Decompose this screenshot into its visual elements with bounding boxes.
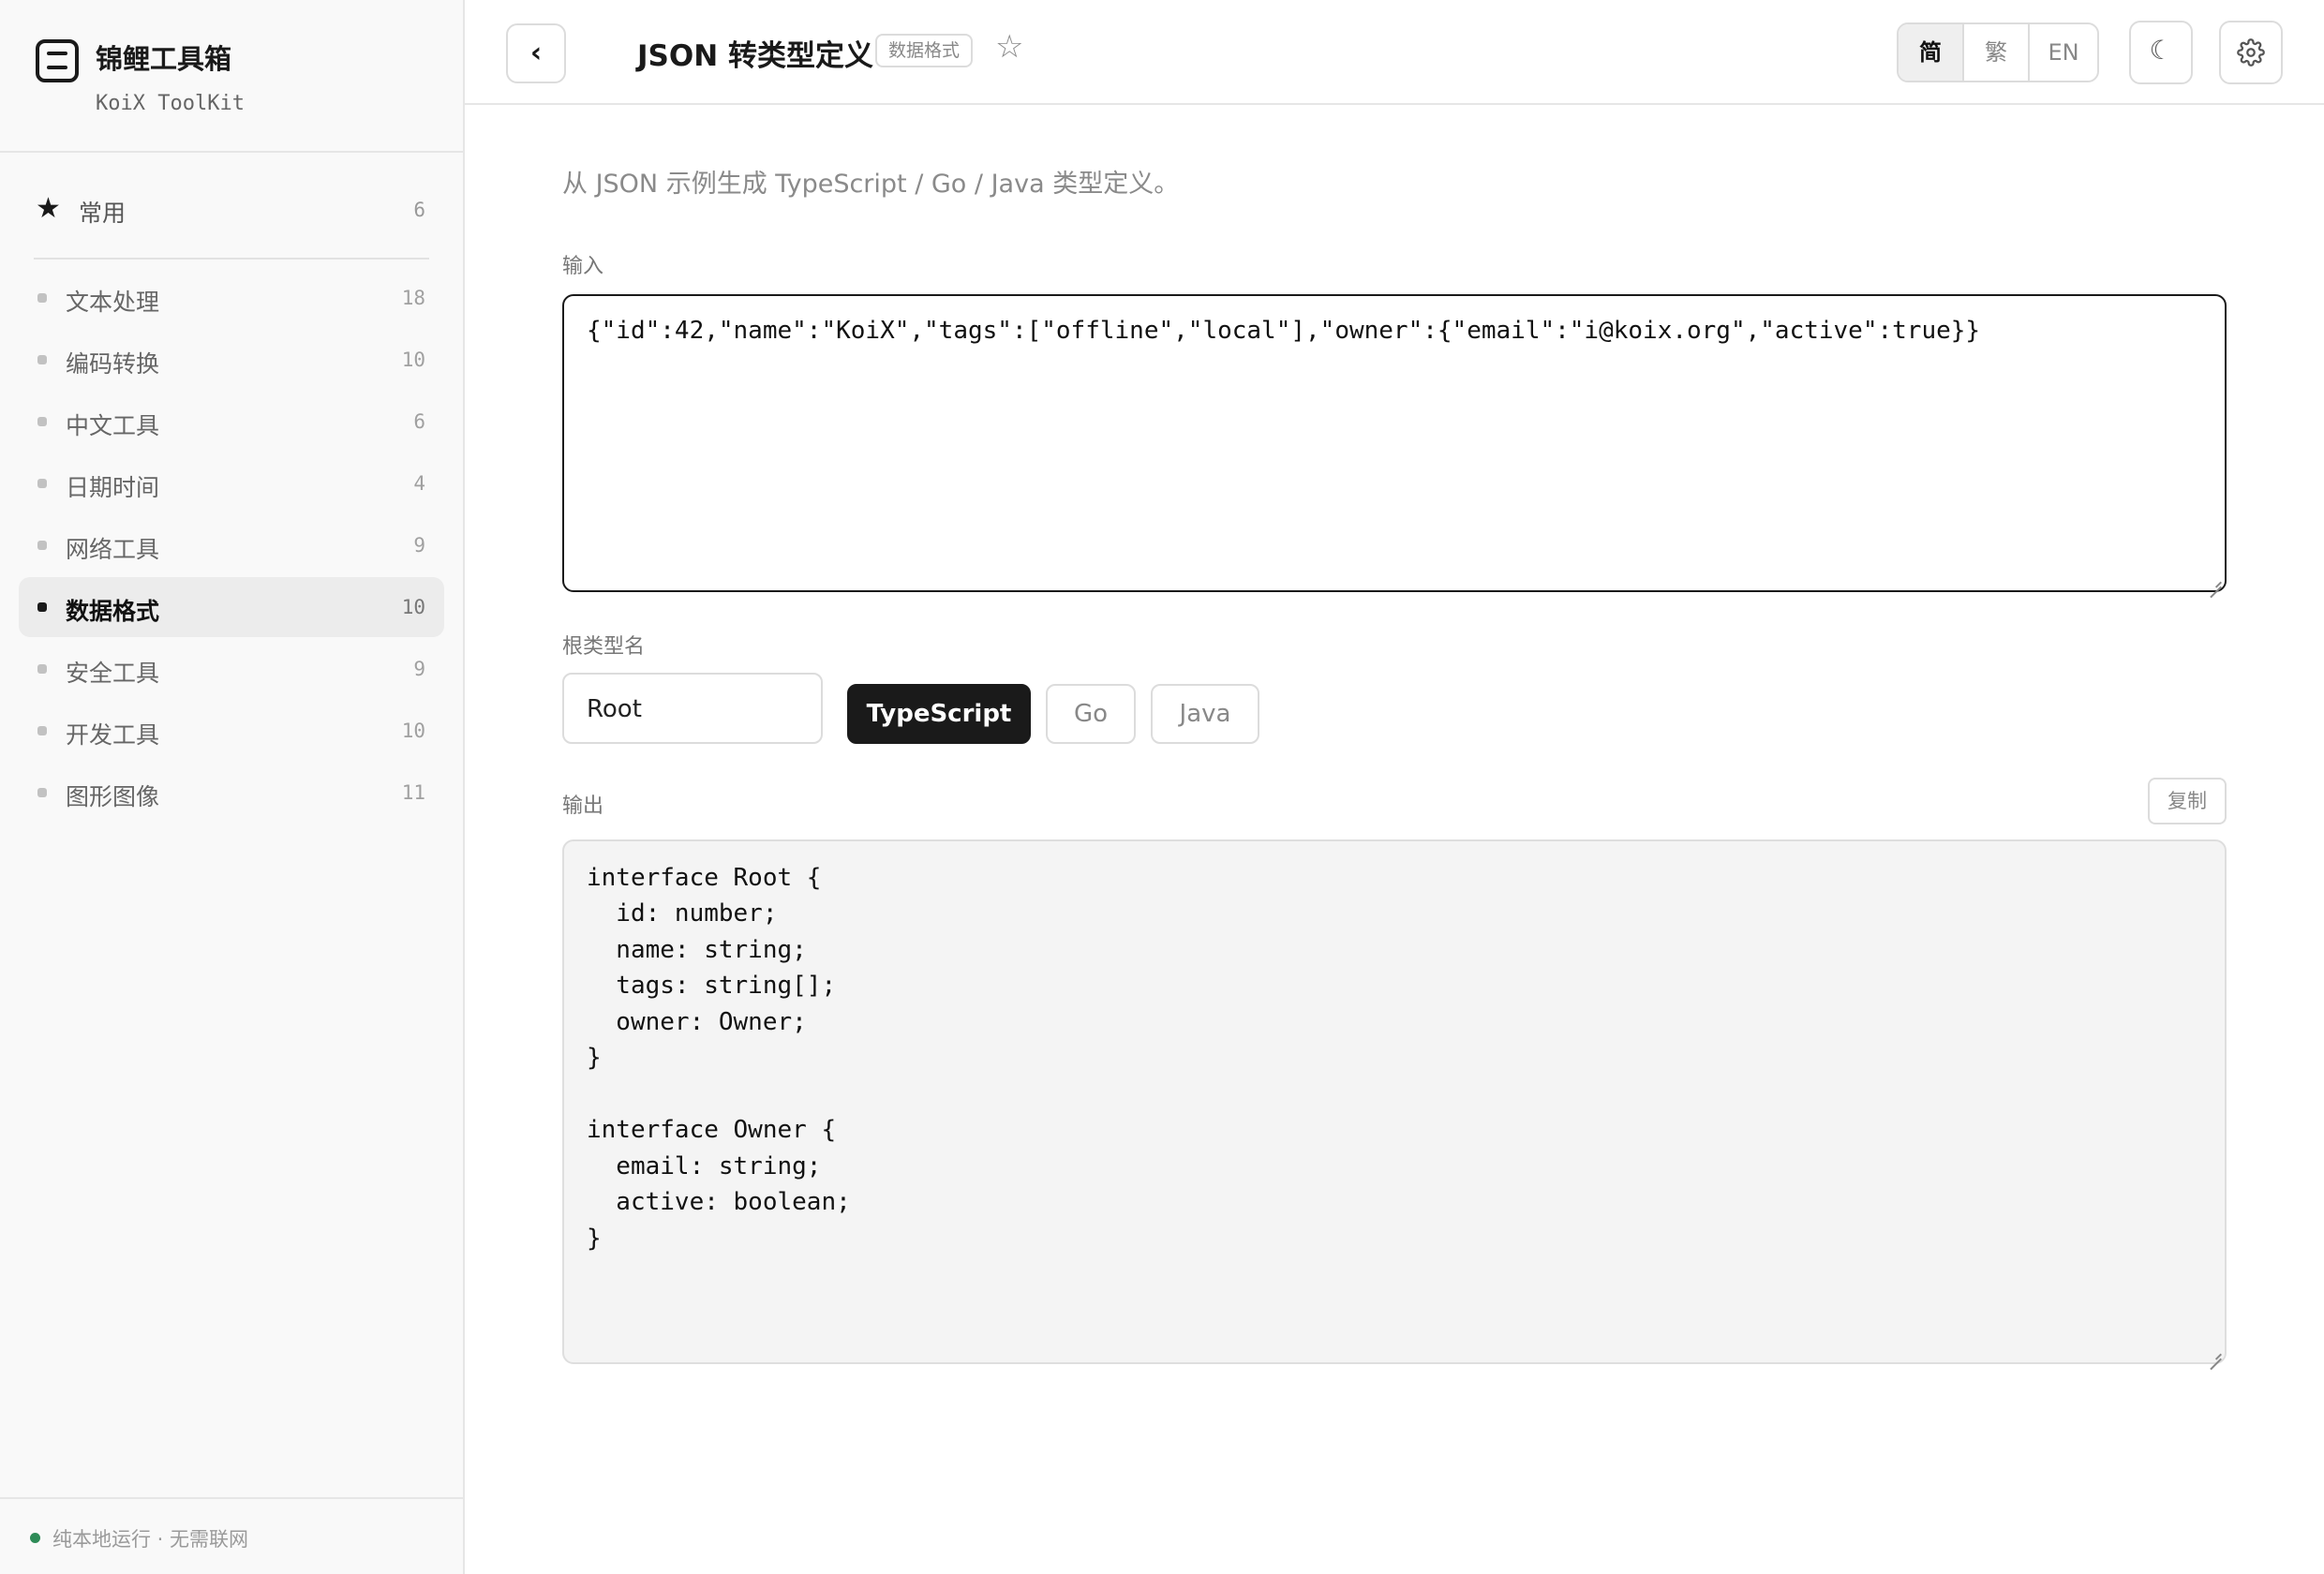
root-type-input[interactable]: Root: [562, 673, 823, 744]
tool-description: 从 JSON 示例生成 TypeScript / Go / Java 类型定义。: [562, 170, 1180, 199]
sidebar-item-favorites[interactable]: ★ 常用 6: [19, 184, 444, 236]
bullet-icon: [37, 417, 47, 426]
gear-icon: [2237, 38, 2265, 67]
sidebar-item-dev[interactable]: 开发工具 10: [19, 701, 444, 761]
tool-panel: 从 JSON 示例生成 TypeScript / Go / Java 类型定义。…: [465, 105, 2324, 1574]
language-switcher: 简 繁 EN: [1897, 22, 2099, 82]
sidebar-item-count: 10: [401, 720, 425, 742]
output-line: active: boolean;: [587, 1188, 851, 1216]
target-java-button[interactable]: Java: [1151, 684, 1259, 744]
sidebar-item-security[interactable]: 安全工具 9: [19, 639, 444, 699]
bullet-icon: [37, 664, 47, 674]
root-type-value: Root: [587, 695, 642, 723]
divider: [0, 151, 463, 153]
lang-simplified-button[interactable]: 简: [1899, 24, 1964, 81]
bullet-icon: [37, 293, 47, 303]
back-button[interactable]: ‹: [506, 23, 566, 83]
divider: [34, 258, 429, 260]
output-textarea[interactable]: interface Root { id: number; name: strin…: [562, 839, 2227, 1364]
sidebar-item-count: 6: [413, 199, 425, 221]
output-line: name: string;: [587, 936, 807, 964]
sidebar-item-label: 数据格式: [66, 598, 160, 625]
sidebar-item-count: 11: [401, 781, 425, 804]
sidebar-item-text[interactable]: 文本处理 18: [19, 268, 444, 328]
sidebar-item-count: 10: [401, 349, 425, 371]
sidebar-item-label: 安全工具: [66, 660, 160, 687]
top-bar: ‹ JSON 转类型定义 数据格式 ☆ 简 繁 EN ☾: [465, 0, 2324, 105]
output-line: tags: string[];: [587, 972, 837, 1000]
page-title: JSON 转类型定义: [637, 39, 873, 73]
json-input-textarea[interactable]: {"id":42,"name":"KoiX","tags":["offline"…: [562, 294, 2227, 592]
sidebar: 锦鲤工具箱 KoiX ToolKit ★ 常用 6 文本处理 18 编码转换 1…: [0, 0, 465, 1574]
bullet-icon: [37, 541, 47, 550]
sidebar-item-label: 文本处理: [66, 289, 160, 316]
copy-button[interactable]: 复制: [2148, 778, 2227, 824]
root-type-label: 根类型名: [562, 635, 646, 659]
sidebar-item-encoding[interactable]: 编码转换 10: [19, 330, 444, 390]
app-logo-icon: [36, 39, 79, 82]
sidebar-item-count: 18: [401, 287, 425, 309]
category-nav: 文本处理 18 编码转换 10 中文工具 6 日期时间 4 网络工具 9 数据格…: [19, 268, 444, 824]
sidebar-footer: 纯本地运行 · 无需联网: [0, 1497, 463, 1574]
sidebar-item-count: 10: [401, 596, 425, 618]
chevron-left-icon: ‹: [529, 37, 543, 69]
sidebar-item-graphics[interactable]: 图形图像 11: [19, 763, 444, 823]
output-line: id: number;: [587, 899, 778, 928]
json-input-value: {"id":42,"name":"KoiX","tags":["offline"…: [587, 317, 1981, 345]
brand-subtitle: KoiX ToolKit: [96, 92, 245, 115]
output-line: interface Owner {: [587, 1116, 837, 1144]
star-filled-icon: ★: [36, 192, 61, 225]
target-typescript-button[interactable]: TypeScript: [847, 684, 1031, 744]
bullet-icon: [37, 788, 47, 797]
moon-icon: ☾: [2149, 35, 2173, 66]
lang-traditional-button[interactable]: 繁: [1964, 24, 2030, 81]
sidebar-item-label: 常用: [79, 200, 127, 227]
bullet-icon: [37, 355, 47, 364]
resize-handle-icon[interactable]: [2209, 1346, 2222, 1359]
sidebar-item-label: 图形图像: [66, 783, 160, 810]
sidebar-item-label: 开发工具: [66, 721, 160, 749]
sidebar-item-label: 编码转换: [66, 350, 160, 378]
bullet-icon: [37, 479, 47, 488]
output-line: }: [587, 1044, 602, 1072]
input-label: 输入: [562, 255, 604, 278]
lang-english-button[interactable]: EN: [2030, 24, 2097, 81]
settings-button[interactable]: [2219, 21, 2283, 84]
category-badge: 数据格式: [875, 34, 974, 67]
sidebar-item-count: 6: [413, 410, 425, 433]
sidebar-item-label: 网络工具: [66, 536, 160, 563]
brand-title: 锦鲤工具箱: [96, 43, 232, 75]
output-line: owner: Owner;: [587, 1008, 807, 1036]
status-online-icon: [30, 1533, 40, 1543]
bullet-icon: [37, 726, 47, 735]
sidebar-item-network[interactable]: 网络工具 9: [19, 515, 444, 575]
sidebar-item-chinese[interactable]: 中文工具 6: [19, 392, 444, 452]
output-line: email: string;: [587, 1152, 822, 1180]
sidebar-item-data-format[interactable]: 数据格式 10: [19, 577, 444, 637]
resize-handle-icon[interactable]: [2209, 574, 2222, 587]
bullet-icon: [37, 602, 47, 612]
theme-toggle-button[interactable]: ☾: [2129, 21, 2193, 84]
sidebar-item-count: 9: [413, 658, 425, 680]
output-line: }: [587, 1225, 602, 1253]
sidebar-item-label: 日期时间: [66, 474, 160, 501]
sidebar-item-count: 4: [413, 472, 425, 495]
output-label: 输出: [562, 794, 604, 818]
output-line: interface Root {: [587, 864, 822, 892]
status-text: 纯本地运行 · 无需联网: [52, 1528, 249, 1551]
favorite-star-icon[interactable]: ☆: [995, 28, 1023, 66]
target-go-button[interactable]: Go: [1046, 684, 1136, 744]
sidebar-item-count: 9: [413, 534, 425, 557]
sidebar-item-datetime[interactable]: 日期时间 4: [19, 453, 444, 513]
sidebar-item-label: 中文工具: [66, 412, 160, 439]
